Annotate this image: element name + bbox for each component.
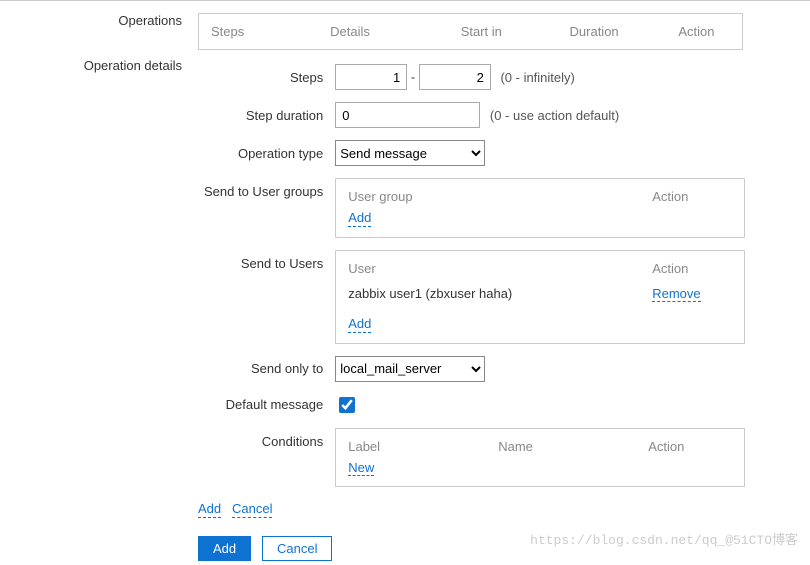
users-row-name: zabbix user1 (zbxuser haha) bbox=[348, 286, 652, 303]
watermark-text: https://blog.csdn.net/qq_@51CTO博客 bbox=[530, 529, 798, 548]
send-to-user-groups-label: Send to User groups bbox=[198, 172, 329, 244]
steps-hint: (0 - infinitely) bbox=[494, 70, 574, 85]
steps-to-input[interactable] bbox=[419, 64, 491, 90]
users-row-remove-link[interactable]: Remove bbox=[652, 286, 700, 303]
cancel-button[interactable]: Cancel bbox=[262, 536, 332, 561]
users-col-action: Action bbox=[652, 261, 732, 276]
users-add-link[interactable]: Add bbox=[348, 316, 371, 333]
operation-type-label: Operation type bbox=[198, 134, 329, 172]
send-only-to-select[interactable]: local_mail_server bbox=[335, 356, 485, 382]
user-groups-col-group: User group bbox=[348, 189, 652, 204]
operations-form: Operations Steps Details Start in Durati… bbox=[0, 9, 810, 565]
conditions-box: Label Name Action New bbox=[335, 428, 745, 488]
operations-label: Operations bbox=[0, 9, 190, 54]
add-button[interactable]: Add bbox=[198, 536, 251, 561]
step-duration-hint: (0 - use action default) bbox=[484, 108, 619, 123]
users-box: User Action zabbix user1 (zbxuser haha) … bbox=[335, 250, 745, 344]
conditions-label: Conditions bbox=[198, 422, 329, 494]
conditions-new-link[interactable]: New bbox=[348, 460, 374, 477]
steps-label: Steps bbox=[198, 58, 329, 96]
send-to-users-label: Send to Users bbox=[198, 244, 329, 350]
ops-col-startin: Start in bbox=[449, 14, 558, 50]
inner-cancel-link[interactable]: Cancel bbox=[232, 501, 272, 518]
steps-dash: - bbox=[411, 70, 415, 85]
conditions-col-action: Action bbox=[648, 439, 732, 454]
user-groups-add-link[interactable]: Add bbox=[348, 210, 371, 227]
operation-details-label: Operation details bbox=[0, 54, 190, 526]
operation-type-select[interactable]: Send message bbox=[335, 140, 485, 166]
ops-col-steps: Steps bbox=[199, 14, 319, 50]
conditions-col-label: Label bbox=[348, 439, 498, 454]
user-groups-box: User group Action Add bbox=[335, 178, 745, 238]
operation-details-table: Steps - (0 - infinitely) Step duration (… bbox=[198, 58, 751, 493]
users-row: zabbix user1 (zbxuser haha) Remove bbox=[348, 282, 732, 307]
steps-from-input[interactable] bbox=[335, 64, 407, 90]
inner-add-link[interactable]: Add bbox=[198, 501, 221, 518]
users-col-user: User bbox=[348, 261, 652, 276]
user-groups-col-action: Action bbox=[652, 189, 732, 204]
step-duration-input[interactable] bbox=[335, 102, 480, 128]
default-message-checkbox[interactable] bbox=[339, 397, 355, 413]
operations-header-row: Steps Details Start in Duration Action bbox=[198, 13, 743, 50]
send-only-to-label: Send only to bbox=[198, 350, 329, 388]
step-duration-label: Step duration bbox=[198, 96, 329, 134]
ops-col-action: Action bbox=[666, 14, 742, 50]
conditions-col-name: Name bbox=[498, 439, 648, 454]
ops-col-details: Details bbox=[318, 14, 449, 50]
ops-col-duration: Duration bbox=[558, 14, 667, 50]
default-message-label: Default message bbox=[198, 388, 329, 422]
